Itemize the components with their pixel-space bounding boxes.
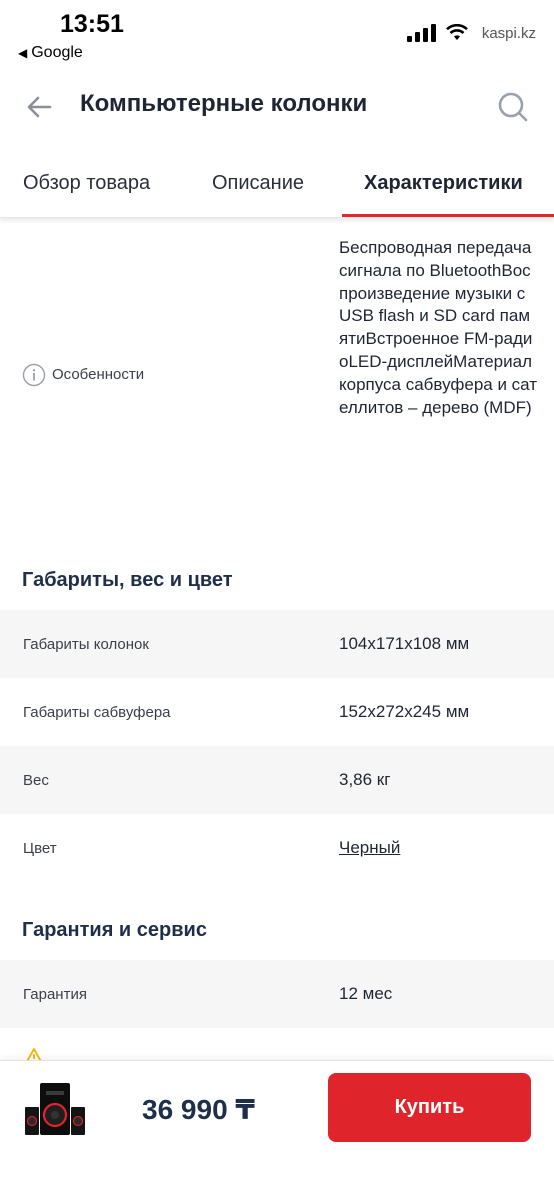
back-triangle-icon: ◀ [18, 46, 28, 60]
buy-button[interactable]: Купить [328, 1073, 531, 1142]
status-time: 13:51 [60, 10, 124, 38]
spec-label: Габариты колонок [23, 636, 149, 653]
section-title-dimensions: Габариты, вес и цвет [22, 569, 233, 591]
status-icons: kaspi.kz [406, 24, 536, 42]
info-icon[interactable] [22, 363, 46, 387]
tab-overview[interactable]: Обзор товара [23, 172, 150, 195]
spec-value: Беспроводная передача сигнала по Bluetoo… [339, 238, 538, 417]
warning-icon [26, 1048, 42, 1060]
spec-row-color: Цвет Черный [0, 814, 554, 882]
product-thumbnail[interactable] [22, 1081, 90, 1137]
active-tab-indicator [342, 214, 554, 217]
back-app-label: Google [31, 44, 83, 61]
spec-row-features: Особенности Беспроводная передача сигнал… [0, 230, 554, 520]
page-header: Компьютерные колонки [0, 78, 554, 138]
product-price: 36 990 ₸ [142, 1094, 255, 1125]
tab-description[interactable]: Описание [212, 172, 304, 195]
spec-row-warranty: Гарантия 12 мес [0, 960, 554, 1028]
spec-value: 104x171x108 мм [339, 634, 470, 653]
spec-label: Вес [23, 772, 49, 789]
page-title: Компьютерные колонки [80, 90, 368, 117]
tab-specifications[interactable]: Характеристики [364, 172, 523, 195]
status-bar: 13:51 ◀ Google kaspi.kz [0, 0, 554, 70]
spec-value: 12 мес [339, 984, 393, 1003]
color-link[interactable]: Черный [339, 838, 400, 858]
spec-label: Особенности [52, 366, 145, 383]
spec-label: Цвет [23, 840, 57, 857]
tab-bar: Обзор товара Описание Характеристики [0, 160, 554, 218]
status-url: kaspi.kz [481, 24, 536, 42]
wifi-icon [445, 24, 468, 40]
spec-value: 152x272x245 мм [339, 702, 470, 721]
spec-row-speaker-dimensions: Габариты колонок 104x171x108 мм [0, 610, 554, 678]
search-icon[interactable] [496, 90, 530, 124]
arrow-left-icon[interactable] [24, 92, 54, 122]
spec-value: 3,86 кг [339, 770, 391, 789]
back-to-app-link[interactable]: ◀ Google [18, 44, 83, 62]
section-title-warranty: Гарантия и сервис [22, 919, 207, 941]
spec-row-weight: Вес 3,86 кг [0, 746, 554, 814]
spec-row-subwoofer-dimensions: Габариты сабвуфера 152x272x245 мм [0, 678, 554, 746]
cellular-signal-icon [406, 24, 436, 42]
spec-label: Гарантия [23, 986, 87, 1003]
spec-label: Габариты сабвуфера [23, 704, 171, 721]
bottom-purchase-bar: 36 990 ₸ Купить [0, 1060, 554, 1200]
